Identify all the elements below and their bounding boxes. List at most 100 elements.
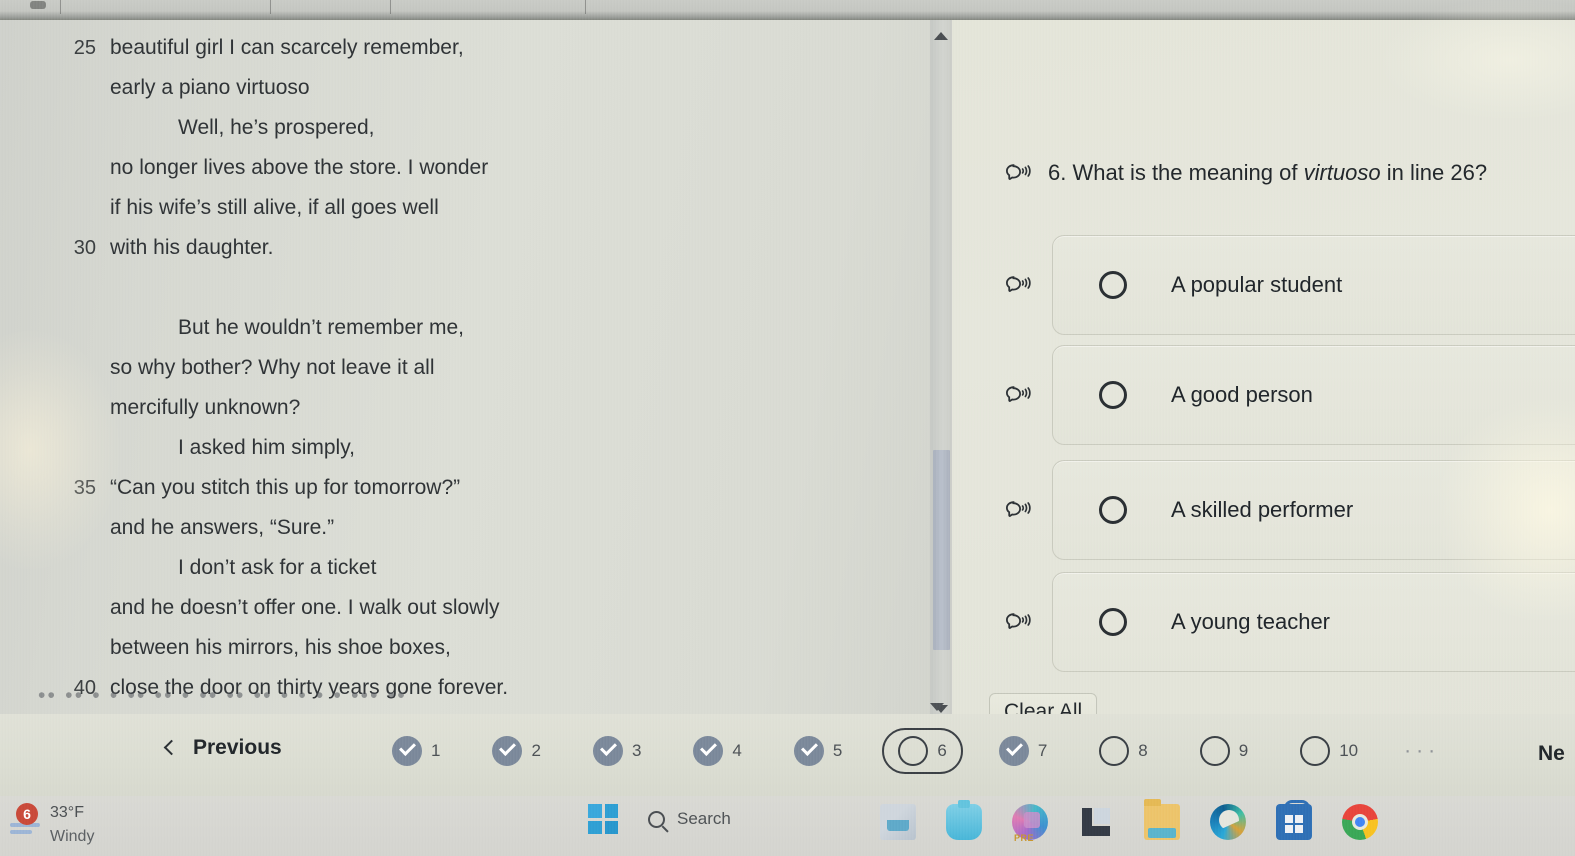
poem-line: I don’t ask for a ticket [0,548,935,588]
poem-line: mercifully unknown? [0,388,935,428]
question-nav-item[interactable]: 6 [882,728,963,774]
answer-option[interactable]: A skilled performer [1000,460,1575,560]
poem-line: I asked him simply, [0,428,935,468]
copilot-icon[interactable]: PRE [1012,804,1048,843]
question-nav-number: 5 [832,741,843,760]
poem-cutoff-label: •• •• • • •• •• • •• •• •• • • • • ••• •… [38,692,407,707]
question-nav-number: 8 [1138,741,1148,760]
lshape-fill [1094,808,1110,824]
poem-reading-pane: 25 beautiful girl I can scarcely remember… [0,20,935,737]
question-prompt-italic-term: virtuoso [1303,160,1381,185]
read-aloud-icon[interactable] [1000,383,1052,407]
poem-line: 35 “Can you stitch this up for tomorrow?” [0,468,935,508]
answer-option[interactable]: A popular student [1000,235,1575,335]
microsoft-edge-icon[interactable] [1210,804,1246,840]
google-chrome-icon[interactable] [1342,804,1378,840]
answered-check-icon [793,736,824,766]
store-grid [1285,815,1303,833]
lshape-app-icon[interactable] [1078,804,1114,840]
taskbar-app-icons: PRE [880,799,1378,843]
chrome-divider [390,0,391,14]
poem-line: 25 beautiful girl I can scarcely remember… [0,28,935,68]
scrollbar-thumb[interactable] [933,450,950,650]
question-nav-item[interactable]: 4 [681,728,753,774]
question-nav-item[interactable]: 7 [987,728,1059,774]
question-nav-number: 7 [1037,741,1048,760]
search-icon [648,810,665,828]
weather-widget[interactable]: 6 33°F Windy [8,801,94,849]
question-nav-item[interactable]: 1 [380,728,452,774]
answer-radio-button[interactable] [1099,496,1127,524]
question-nav-number: 10 [1339,741,1359,760]
question-navigation-bar: Previous 1 2 3 4 5 6 7 8 9 10 ··· Ne [0,714,1575,796]
unanswered-circle-icon [898,736,929,766]
question-nav-number: 3 [631,741,642,760]
poem-line-text: if his wife’s still alive, if all goes w… [110,196,439,219]
search-label: Search [677,809,731,828]
previous-button-label: Previous [193,736,282,759]
chevron-left-icon [163,739,180,755]
question-nav-item[interactable]: 5 [782,728,854,774]
microsoft-store-icon[interactable] [1276,800,1312,840]
weather-temperature: 33°F [50,804,84,821]
paint-icon[interactable] [880,804,916,840]
poem-line-text: early a piano virtuoso [110,76,310,99]
question-pane: 6. What is the meaning of virtuoso in li… [952,20,1575,737]
answer-radio-button[interactable] [1099,381,1127,409]
windows-start-icon[interactable] [588,804,618,834]
next-button[interactable]: Ne [1538,742,1565,766]
read-aloud-icon[interactable] [1000,161,1034,185]
poem-line-text: Well, he’s prospered, [178,116,375,139]
poem-line-text: I don’t ask for a ticket [178,556,377,579]
question-nav-item[interactable]: 10 [1288,728,1370,774]
weather-condition: Windy [50,828,95,845]
answer-option[interactable]: A good person [1000,345,1575,445]
poem-line-text: beautiful girl I can scarcely remember, [110,36,464,59]
start-pane [604,804,618,818]
windows-taskbar: 6 33°F Windy Search PRE [0,796,1575,856]
outer-scroll-down-arrow-icon[interactable] [930,703,944,711]
question-nav-item[interactable]: 9 [1188,728,1260,774]
taskbar-center-group: Search [588,804,749,834]
answer-option-box[interactable]: A young teacher [1052,572,1575,672]
poem-line-number: 25 [73,37,96,59]
poem-line-text: no longer lives above the store. I wonde… [110,156,489,179]
question-nav-item[interactable]: 8 [1087,728,1159,774]
poem-line [0,268,935,308]
answer-option-label: A skilled performer [1171,497,1354,522]
read-aloud-icon[interactable] [1000,273,1052,297]
taskbar-search-box[interactable]: Search [640,805,749,833]
question-prompt-row: 6. What is the meaning of virtuoso in li… [1000,160,1575,186]
answered-check-icon [998,736,1029,766]
question-nav-item[interactable]: 2 [480,728,552,774]
poem-line: no longer lives above the store. I wonde… [0,148,935,188]
chrome-divider [585,0,586,14]
question-nav-number: 4 [732,741,742,760]
answer-radio-button[interactable] [1099,271,1127,299]
answer-option-box[interactable]: A popular student [1052,235,1575,335]
water-drop-icon[interactable] [946,800,982,840]
answer-radio-button[interactable] [1099,608,1127,636]
question-prompt-after: in line 26? [1386,160,1488,185]
question-nav-number: 1 [431,741,441,760]
read-aloud-icon[interactable] [1000,610,1052,634]
wind-line-icon [10,830,32,834]
poem-line-text: I asked him simply, [178,436,355,459]
file-explorer-icon[interactable] [1144,799,1180,840]
poem-line-text: and he doesn’t offer one. I walk out slo… [110,596,500,619]
question-number: 6. [1048,160,1067,185]
poem-line-text: so why bother? Why not leave it all [110,356,435,379]
start-pane [604,820,618,834]
unanswered-circle-icon [1099,736,1130,766]
answer-option[interactable]: A young teacher [1000,572,1575,672]
previous-button[interactable]: Previous [163,736,282,760]
scroll-up-arrow-icon[interactable] [934,32,948,40]
answer-option-box[interactable]: A skilled performer [1052,460,1575,560]
question-nav-item[interactable]: 3 [581,728,653,774]
poem-scrollbar[interactable] [930,20,952,737]
chrome-divider [270,0,271,14]
answer-option-box[interactable]: A good person [1052,345,1575,445]
read-aloud-icon[interactable] [1000,498,1052,522]
poem-line: But he wouldn’t remember me, [0,308,935,348]
question-nav-ellipsis: ··· [1404,739,1441,762]
